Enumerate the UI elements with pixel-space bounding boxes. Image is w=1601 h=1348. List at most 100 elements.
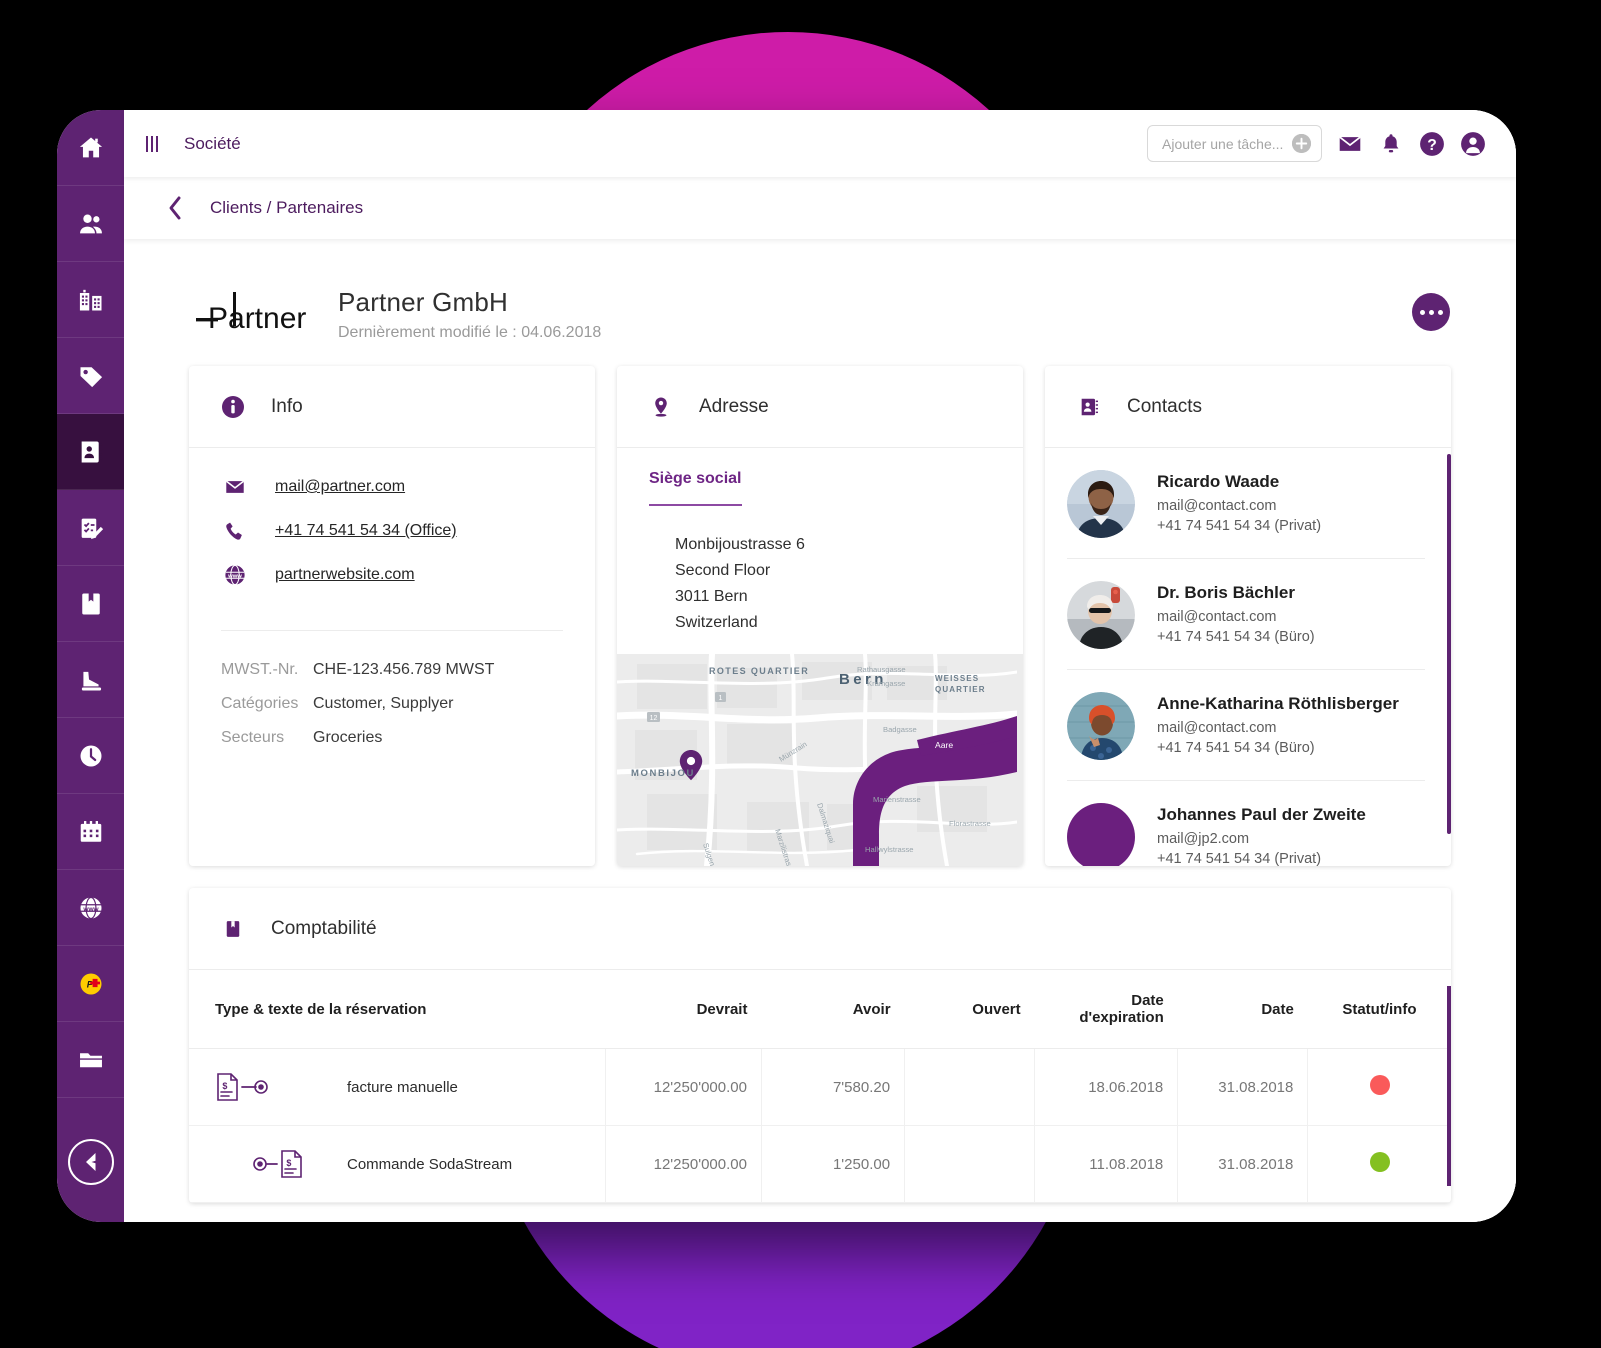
svg-text:Marienstrasse: Marienstrasse	[873, 795, 921, 804]
list-item[interactable]: Anne-Katharina Röthlisberger mail@contac…	[1067, 670, 1425, 781]
sidebar-item-calendar[interactable]	[57, 794, 124, 870]
mail-icon[interactable]	[1336, 130, 1363, 157]
plus-circle-icon[interactable]	[1292, 134, 1311, 153]
list-item[interactable]: Dr. Boris Bächler mail@contact.com +41 7…	[1067, 559, 1425, 670]
www-globe-icon: www	[77, 894, 105, 922]
help-icon[interactable]: ?	[1418, 130, 1445, 157]
cell-status	[1307, 1125, 1451, 1203]
topbar-actions: Ajouter une tâche... ?	[1147, 125, 1486, 162]
add-task-input[interactable]: Ajouter une tâche...	[1147, 125, 1322, 162]
info-field-sectors: Secteurs Groceries	[221, 729, 563, 747]
sidebar-item-web[interactable]: www	[57, 870, 124, 946]
list-item[interactable]: Johannes Paul der Zweite mail@jp2.com +4…	[1067, 781, 1425, 866]
cards-row: Info mail@partner.com +41 74 541 54 34 (…	[164, 366, 1476, 866]
info-divider	[221, 630, 563, 631]
calendar-icon	[77, 818, 105, 846]
sidebar-item-documents[interactable]	[57, 1022, 124, 1098]
contacts-scrollbar[interactable]	[1447, 454, 1451, 834]
avatar	[1067, 470, 1135, 538]
bell-icon[interactable]	[1377, 130, 1404, 157]
breadcrumb[interactable]: Clients / Partenaires	[210, 198, 363, 218]
sidebar-item-time-tracking[interactable]	[57, 718, 124, 794]
hamburger-icon[interactable]	[142, 132, 162, 156]
info-website-link[interactable]: partnerwebsite.com	[275, 566, 415, 584]
col-date[interactable]: Date	[1177, 970, 1308, 1049]
sidebar-item-inventory[interactable]	[57, 642, 124, 718]
contacts-card-title: Contacts	[1127, 395, 1202, 417]
cell-avoir: 7'580.20	[761, 1048, 906, 1126]
contact-phone: +41 74 541 54 34 (Privat)	[1157, 518, 1322, 534]
col-devrait[interactable]: Devrait	[605, 970, 762, 1049]
svg-text:Kramgasse: Kramgasse	[867, 679, 905, 688]
svg-text:ROTES QUARTIER: ROTES QUARTIER	[709, 666, 809, 676]
svg-text:1: 1	[719, 695, 723, 702]
phone-icon	[221, 520, 249, 542]
address-book-icon	[77, 438, 105, 466]
sidebar-item-buildings[interactable]	[57, 262, 124, 338]
svg-text:Badgasse: Badgasse	[883, 725, 917, 734]
book-bookmark-icon	[77, 590, 105, 618]
topbar-title: Société	[184, 133, 241, 153]
col-ouvert[interactable]: Ouvert	[904, 970, 1035, 1049]
last-modified-text: Dernièrement modifié le : 04.06.2018	[338, 324, 602, 341]
row-label: facture manuelle	[347, 1078, 458, 1096]
info-phone-row: +41 74 541 54 34 (Office)	[221, 520, 563, 542]
svg-text:?: ?	[1427, 136, 1437, 153]
address-line: Switzerland	[675, 614, 758, 631]
address-line: 3011 Bern	[675, 588, 748, 605]
info-phone-link[interactable]: +41 74 541 54 34 (Office)	[275, 522, 457, 540]
contact-email: mail@contact.com	[1157, 720, 1277, 736]
accounting-scrollbar[interactable]	[1447, 986, 1451, 1186]
cell-devrait: 12'250'000.00	[605, 1048, 762, 1126]
sidebar-item-tags[interactable]	[57, 338, 124, 414]
svg-text:$: $	[286, 1158, 291, 1168]
www-icon: www	[221, 564, 249, 586]
cell-devrait: 12'250'000.00	[605, 1125, 762, 1203]
svg-text:www: www	[82, 905, 99, 912]
svg-text:Aare: Aare	[935, 740, 953, 750]
table-body: $ facture manuelle 12'250'000.00 7'580.2…	[189, 1048, 1451, 1203]
accounting-table: Type & texte de la réservation Devrait A…	[189, 970, 1451, 1203]
tag-icon	[77, 362, 105, 390]
svg-text:Rathausgasse: Rathausgasse	[857, 665, 906, 674]
sidebar-item-home[interactable]	[57, 110, 124, 186]
map-pin-icon	[649, 395, 673, 419]
cell-type-text: $ Commande SodaStream	[189, 1125, 606, 1203]
info-email-link[interactable]: mail@partner.com	[275, 478, 405, 496]
sidebar-item-payments[interactable]: P	[57, 946, 124, 1022]
info-field-categories: Catégories Customer, Supplyer	[221, 695, 563, 713]
col-type-text[interactable]: Type & texte de la réservation	[189, 970, 606, 1049]
sidebar-item-people[interactable]	[57, 186, 124, 262]
chevron-left-icon[interactable]	[162, 195, 188, 221]
address-map[interactable]: ROTES QUARTIER Bern WEISSES QUARTIER MON…	[617, 654, 1023, 866]
app-logo[interactable]	[57, 1124, 124, 1200]
address-line: Monbijoustrasse 6	[675, 536, 805, 553]
company-header: Partner Partner GmbH Dernièrement modifi…	[164, 239, 1476, 366]
col-avoir[interactable]: Avoir	[761, 970, 905, 1049]
col-expiration[interactable]: Date d'expiration	[1034, 970, 1178, 1049]
user-avatar-icon[interactable]	[1459, 130, 1486, 157]
sidebar-item-clients-partners[interactable]	[57, 414, 124, 490]
row-label: Commande SodaStream	[347, 1155, 513, 1173]
sidebar-item-accounting[interactable]	[57, 566, 124, 642]
status-badge	[1369, 1075, 1390, 1095]
table-row[interactable]: $ Commande SodaStream 12'250'000.00 1'25…	[189, 1125, 1451, 1203]
contacts-card: Contacts Ricardo Waade mail@contact.com …	[1045, 366, 1451, 866]
more-options-icon[interactable]	[1412, 293, 1450, 331]
invoice-out-icon: $	[215, 1071, 275, 1103]
list-item[interactable]: Ricardo Waade mail@contact.com +41 74 54…	[1067, 448, 1425, 559]
table-row[interactable]: $ facture manuelle 12'250'000.00 7'580.2…	[189, 1048, 1451, 1126]
contact-email: mail@jp2.com	[1157, 831, 1250, 847]
info-field-label: Secteurs	[221, 729, 285, 746]
info-field-mwst: MWST.-Nr. CHE-123.456.789 MWST	[221, 661, 563, 679]
sidebar-item-tasks[interactable]	[57, 490, 124, 566]
breadcrumb-bar: Clients / Partenaires	[124, 177, 1516, 239]
page-root: www P Société Ajouter une tâche... ? Cli…	[0, 0, 1601, 1348]
contact-details: Ricardo Waade mail@contact.com +41 74 54…	[1157, 472, 1321, 536]
page-title: Partner GmbH	[338, 287, 509, 317]
contact-name: Ricardo Waade	[1157, 472, 1280, 491]
accounting-card-title: Comptabilité	[271, 917, 377, 939]
col-status[interactable]: Statut/info	[1307, 970, 1451, 1049]
contacts-card-header: Contacts	[1045, 366, 1451, 448]
tab-siege-social[interactable]: Siège social	[649, 470, 742, 506]
